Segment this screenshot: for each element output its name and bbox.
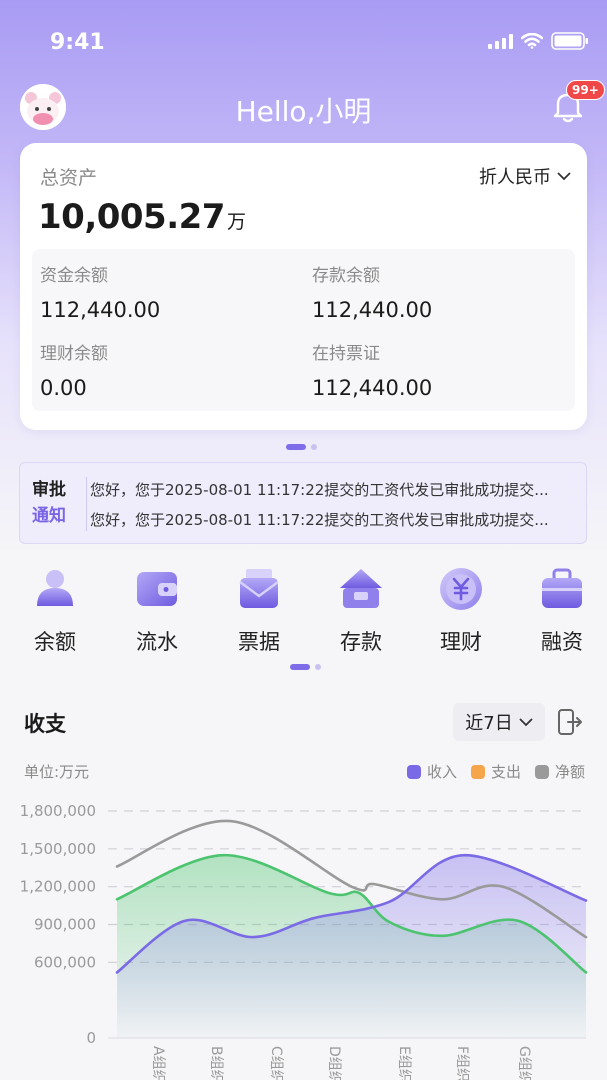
legend-label: 收入 (426, 763, 457, 781)
notice-divider (86, 477, 87, 531)
menu-item-wealth[interactable]: 理财 (421, 560, 501, 656)
legend-swatch (406, 764, 421, 779)
asset-item-value: 112,440.00 (312, 376, 433, 400)
date-range-select[interactable]: 近7日 (453, 703, 545, 741)
card-page-indicator (286, 444, 317, 450)
legend-swatch (534, 764, 549, 779)
menu-item-label: 票据 (238, 630, 280, 654)
notification-badge: 99+ (566, 80, 605, 100)
asset-item-fund[interactable]: 资金余额 112,440.00 (40, 261, 300, 322)
income-section-title: 收支 (24, 712, 66, 736)
page-dot-active (290, 664, 310, 670)
x-tick-label: F组织 (454, 1046, 470, 1080)
assets-title: 总资产 (40, 167, 98, 189)
x-tick-label: B组织 (208, 1046, 224, 1080)
total-assets-unit: 万 (226, 211, 246, 233)
menu-item-bill[interactable]: 票据 (219, 560, 299, 656)
chevron-down-icon (519, 718, 533, 727)
menu-item-label: 融资 (541, 630, 583, 654)
asset-item-value: 112,440.00 (312, 298, 433, 322)
asset-item-label: 理财余额 (40, 344, 108, 364)
y-tick-label: 1,800,000 (20, 802, 96, 820)
bill-icon (239, 569, 279, 608)
currency-label: 折人民币 (479, 167, 551, 188)
asset-item-label: 在持票证 (312, 344, 380, 364)
y-tick-label: 0 (86, 1029, 96, 1047)
x-tick-label: C组织 (268, 1046, 284, 1080)
y-tick-label: 1,500,000 (20, 840, 96, 858)
page-dot-active (286, 444, 306, 450)
menu-item-financing[interactable]: 融资 (522, 560, 602, 656)
notice-message[interactable]: 您好，您于2025-08-01 11:17:22提交的工资代发已审批成功提交..… (90, 479, 549, 500)
chevron-down-icon (557, 172, 571, 181)
yuan-coin-icon (440, 568, 482, 610)
menu-item-label: 流水 (136, 630, 178, 654)
y-tick-label: 900,000 (34, 916, 96, 934)
legend-item-expense[interactable]: 支出 (470, 761, 521, 782)
asset-item-bills[interactable]: 在持票证 112,440.00 (312, 339, 572, 400)
asset-item-deposit[interactable]: 存款余额 112,440.00 (312, 261, 572, 322)
greeting-title: Hello,小明 (235, 95, 372, 128)
briefcase-icon (542, 568, 582, 608)
wifi-icon (521, 33, 543, 49)
x-tick-label: E组织 (396, 1046, 412, 1080)
menu-item-balance[interactable]: 余额 (15, 560, 95, 656)
x-tick-label: A组织 (150, 1046, 166, 1080)
menu-item-label: 存款 (340, 630, 382, 654)
asset-item-label: 资金余额 (40, 266, 108, 286)
menu-item-statement[interactable]: 流水 (117, 560, 197, 656)
approval-notice[interactable]: 审批 通知 您好，您于2025-08-01 11:17:22提交的工资代发已审批… (19, 462, 587, 544)
balance-icon (37, 570, 73, 606)
legend-label: 净额 (554, 763, 585, 781)
notice-tag-line1: 审批 (32, 480, 66, 500)
asset-item-value: 0.00 (40, 376, 87, 400)
assets-breakdown: 资金余额 112,440.00 存款余额 112,440.00 理财余额 0.0… (32, 249, 575, 411)
y-tick-label: 1,200,000 (20, 878, 96, 896)
notice-message[interactable]: 您好，您于2025-08-01 11:17:22提交的工资代发已审批成功提交..… (90, 509, 549, 530)
status-time: 9:41 (50, 30, 105, 55)
deposit-icon (340, 569, 382, 608)
y-tick-label: 600,000 (34, 953, 96, 971)
total-assets-value: 10,005.27 (38, 197, 225, 237)
wallet-icon (137, 572, 177, 606)
page-dot (311, 444, 317, 450)
currency-select[interactable]: 折人民币 (479, 163, 571, 189)
notice-tag: 审批 通知 (32, 477, 76, 529)
chart-unit-label: 单位:万元 (24, 763, 90, 781)
asset-item-wealth[interactable]: 理财余额 0.00 (40, 339, 300, 400)
cellular-signal-icon (488, 33, 513, 49)
chart-legend: 收入 支出 净额 (406, 761, 585, 782)
asset-item-label: 存款余额 (312, 266, 380, 286)
x-tick-label: G组织 (516, 1046, 532, 1080)
page-dot (315, 664, 321, 670)
x-tick-label: D组织 (326, 1046, 342, 1080)
legend-item-income[interactable]: 收入 (406, 761, 457, 782)
status-icons (488, 32, 589, 50)
asset-item-value: 112,440.00 (40, 298, 161, 322)
quick-menu: 余额 流水 票据 存款 理财 融资 (0, 560, 607, 660)
menu-item-label: 理财 (440, 630, 482, 654)
date-range-label: 近7日 (465, 713, 513, 734)
total-assets: 10,005.27 万 (38, 197, 246, 237)
export-icon[interactable] (556, 708, 584, 736)
legend-swatch (470, 764, 485, 779)
legend-label: 支出 (490, 763, 521, 781)
notice-tag-line2: 通知 (32, 506, 66, 526)
menu-page-indicator (290, 664, 321, 670)
battery-icon (551, 32, 588, 50)
menu-item-deposit[interactable]: 存款 (321, 560, 401, 656)
legend-item-net[interactable]: 净额 (534, 761, 585, 782)
income-expense-chart: 0 600,000 900,000 1,200,000 1,500,000 1,800,0… (20, 802, 588, 1080)
menu-item-label: 余额 (34, 630, 76, 654)
assets-card: 总资产 折人民币 10,005.27 万 资金余额 112,440.00 存款余额… (20, 143, 587, 430)
